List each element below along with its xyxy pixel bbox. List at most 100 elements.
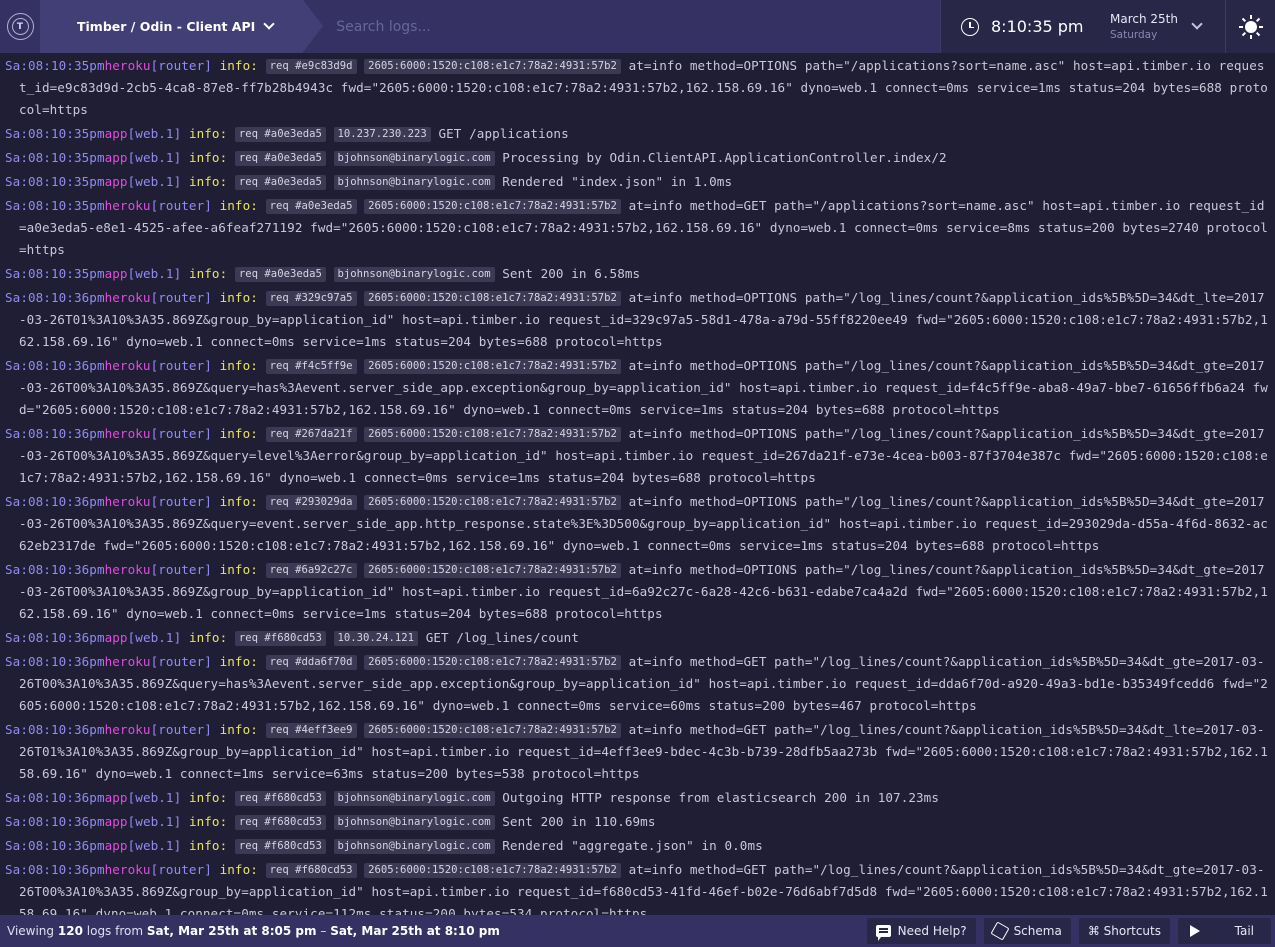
log-line[interactable]: Sa:08:10:36pmapp[web.1] info: req #f680c…: [5, 809, 1271, 833]
context-chip[interactable]: 2605:6000:1520:c108:e1c7:78a2:4931:57b2: [364, 723, 621, 738]
context-chip[interactable]: 10.30.24.121: [333, 631, 419, 646]
request-id-chip[interactable]: req #f680cd53: [265, 863, 357, 878]
log-instance: [web.1]: [127, 838, 182, 853]
log-line[interactable]: Sa:08:10:36pmheroku[router] info: req #6…: [5, 557, 1271, 625]
context-chip[interactable]: 2605:6000:1520:c108:e1c7:78a2:4931:57b2: [364, 863, 621, 878]
log-instance: [web.1]: [127, 814, 182, 829]
log-instance: [web.1]: [127, 150, 182, 165]
context-chip[interactable]: bjohnson@binarylogic.com: [333, 267, 495, 282]
request-id-chip[interactable]: req #f680cd53: [234, 815, 326, 830]
log-line[interactable]: Sa:08:10:35pmheroku[router] info: req #e…: [5, 53, 1271, 121]
log-line[interactable]: Sa:08:10:36pmheroku[router] info: req #2…: [5, 421, 1271, 489]
context-chip[interactable]: 2605:6000:1520:c108:e1c7:78a2:4931:57b2: [364, 655, 621, 670]
log-source: heroku: [104, 862, 151, 877]
log-instance: [router]: [150, 358, 212, 373]
date-picker[interactable]: March 25th Saturday: [1110, 0, 1225, 53]
search-input[interactable]: [336, 18, 940, 35]
context-chip[interactable]: 2605:6000:1520:c108:e1c7:78a2:4931:57b2: [364, 359, 621, 374]
context-chip[interactable]: bjohnson@binarylogic.com: [333, 791, 495, 806]
context-chip[interactable]: bjohnson@binarylogic.com: [333, 175, 495, 190]
log-line[interactable]: Sa:08:10:36pmheroku[router] info: req #f…: [5, 353, 1271, 421]
log-line[interactable]: Sa:08:10:36pmheroku[router] info: req #2…: [5, 489, 1271, 557]
log-instance: [router]: [150, 654, 212, 669]
request-id-chip[interactable]: req #f680cd53: [234, 631, 326, 646]
log-level: info:: [219, 358, 258, 373]
request-id-chip[interactable]: req #267da21f: [265, 427, 357, 442]
log-level: info:: [219, 58, 258, 73]
log-instance: [web.1]: [127, 126, 182, 141]
schema-label: Schema: [1013, 924, 1062, 938]
log-line[interactable]: Sa:08:10:36pmapp[web.1] info: req #f680c…: [5, 625, 1271, 649]
context-chip[interactable]: 10.237.230.223: [333, 127, 431, 142]
log-line[interactable]: Sa:08:10:36pmheroku[router] info: req #3…: [5, 285, 1271, 353]
app-switcher[interactable]: Timber / Odin - Client API: [40, 0, 324, 53]
log-timestamp: Sa:08:10:36pm: [5, 654, 105, 669]
request-id-chip[interactable]: req #a0e3eda5: [234, 151, 326, 166]
request-id-chip[interactable]: req #a0e3eda5: [234, 267, 326, 282]
theme-toggle[interactable]: [1225, 0, 1275, 53]
log-message: Processing by Odin.ClientAPI.Application…: [502, 150, 947, 165]
request-id-chip[interactable]: req #f680cd53: [234, 791, 326, 806]
context-chip[interactable]: 2605:6000:1520:c108:e1c7:78a2:4931:57b2: [364, 427, 621, 442]
tail-label: Tail: [1234, 924, 1254, 938]
log-source: app: [104, 126, 128, 141]
log-line[interactable]: Sa:08:10:36pmheroku[router] info: req #d…: [5, 649, 1271, 717]
schema-button[interactable]: Schema: [983, 918, 1071, 944]
log-line[interactable]: Sa:08:10:36pmapp[web.1] info: req #f680c…: [5, 785, 1271, 809]
tail-button[interactable]: Tail: [1178, 918, 1271, 944]
context-chip[interactable]: 2605:6000:1520:c108:e1c7:78a2:4931:57b2: [364, 199, 621, 214]
log-message: GET /log_lines/count: [425, 630, 579, 645]
log-line[interactable]: Sa:08:10:35pmapp[web.1] info: req #a0e3e…: [5, 145, 1271, 169]
log-source: app: [104, 630, 128, 645]
time-picker[interactable]: 8:10:35 pm: [940, 0, 1110, 53]
request-id-chip[interactable]: req #4eff3ee9: [265, 723, 357, 738]
context-chip[interactable]: bjohnson@binarylogic.com: [333, 151, 495, 166]
log-timestamp: Sa:08:10:36pm: [5, 838, 105, 853]
log-timestamp: Sa:08:10:36pm: [5, 790, 105, 805]
shortcuts-button[interactable]: ⌘ Shortcuts: [1078, 918, 1170, 944]
log-timestamp: Sa:08:10:36pm: [5, 562, 105, 577]
log-count: 120: [57, 924, 83, 938]
context-chip[interactable]: 2605:6000:1520:c108:e1c7:78a2:4931:57b2: [364, 59, 621, 74]
log-line[interactable]: Sa:08:10:36pmheroku[router] info: req #f…: [5, 857, 1271, 915]
log-level: info:: [188, 126, 228, 141]
log-level: info:: [219, 290, 258, 305]
log-line[interactable]: Sa:08:10:35pmapp[web.1] info: req #a0e3e…: [5, 169, 1271, 193]
log-source: heroku: [104, 562, 151, 577]
request-id-chip[interactable]: req #a0e3eda5: [265, 199, 357, 214]
context-chip[interactable]: 2605:6000:1520:c108:e1c7:78a2:4931:57b2: [364, 495, 621, 510]
log-message: Sent 200 in 6.58ms: [502, 266, 641, 281]
log-level: info:: [219, 426, 258, 441]
log-message: Sent 200 in 110.69ms: [502, 814, 656, 829]
request-id-chip[interactable]: req #a0e3eda5: [234, 175, 326, 190]
log-instance: [router]: [150, 426, 212, 441]
logo-letter: T: [11, 18, 29, 35]
log-line[interactable]: Sa:08:10:36pmheroku[router] info: req #4…: [5, 717, 1271, 785]
request-id-chip[interactable]: req #f4c5ff9e: [265, 359, 357, 374]
log-stream[interactable]: Sa:08:10:35pmheroku[router] info: req #e…: [0, 53, 1275, 915]
context-chip[interactable]: 2605:6000:1520:c108:e1c7:78a2:4931:57b2: [364, 291, 621, 306]
log-message: Rendered "aggregate.json" in 0.0ms: [502, 838, 763, 853]
log-source: app: [104, 150, 128, 165]
context-chip[interactable]: 2605:6000:1520:c108:e1c7:78a2:4931:57b2: [364, 563, 621, 578]
log-source: app: [104, 790, 128, 805]
log-instance: [web.1]: [127, 630, 182, 645]
request-id-chip[interactable]: req #6a92c27c: [265, 563, 357, 578]
context-chip[interactable]: bjohnson@binarylogic.com: [333, 815, 495, 830]
request-id-chip[interactable]: req #dda6f70d: [265, 655, 357, 670]
request-id-chip[interactable]: req #a0e3eda5: [234, 127, 326, 142]
request-id-chip[interactable]: req #e9c83d9d: [265, 59, 357, 74]
cube-icon: [990, 921, 1010, 941]
request-id-chip[interactable]: req #293029da: [265, 495, 357, 510]
log-line[interactable]: Sa:08:10:35pmapp[web.1] info: req #a0e3e…: [5, 121, 1271, 145]
logo[interactable]: T: [0, 0, 40, 53]
log-line[interactable]: Sa:08:10:36pmapp[web.1] info: req #f680c…: [5, 833, 1271, 857]
request-id-chip[interactable]: req #329c97a5: [265, 291, 357, 306]
request-id-chip[interactable]: req #f680cd53: [234, 839, 326, 854]
log-line[interactable]: Sa:08:10:35pmapp[web.1] info: req #a0e3e…: [5, 261, 1271, 285]
log-line[interactable]: Sa:08:10:35pmheroku[router] info: req #a…: [5, 193, 1271, 261]
need-help-label: Need Help?: [897, 924, 967, 938]
log-level: info:: [188, 790, 228, 805]
need-help-button[interactable]: Need Help?: [866, 918, 976, 944]
context-chip[interactable]: bjohnson@binarylogic.com: [333, 839, 495, 854]
